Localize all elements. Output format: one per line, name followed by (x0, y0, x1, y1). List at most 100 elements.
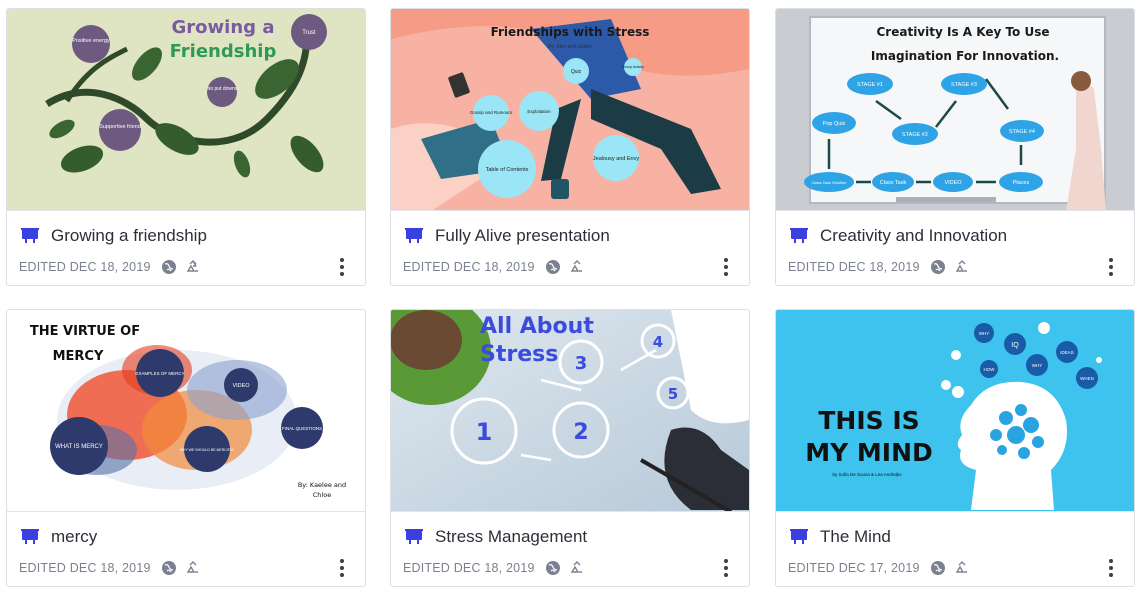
thumbnail-title: MERCY (53, 349, 104, 364)
card-meta: EDITED DEC 17, 2019 (788, 560, 970, 576)
more-options-icon[interactable] (333, 256, 351, 278)
thumbnail-image-growing-friendship: Positive energy Supportive friend No put… (7, 9, 365, 210)
edited-date: EDITED DEC 18, 2019 (19, 260, 151, 274)
card-thumbnail[interactable]: Friendships with Stress By: Alex and Jai… (391, 9, 749, 211)
card-title-row[interactable]: mercy (21, 527, 97, 547)
presentation-card[interactable]: THE VIRTUE OF MERCY EXAMPLES OF MERCY VI… (6, 309, 366, 587)
more-options-icon[interactable] (333, 557, 351, 579)
cloud-label: STAGE #4 (1009, 129, 1035, 135)
card-thumbnail[interactable]: Positive energy Supportive friend No put… (7, 9, 365, 211)
card-meta: EDITED DEC 18, 2019 (403, 560, 585, 576)
bubble-label: Trust (302, 30, 316, 36)
card-info: Fully Alive presentation EDITED DEC 18, … (391, 211, 749, 285)
bubble-label: WHY WE SHOULD BE MERCIFUL (180, 448, 235, 452)
presentation-icon (790, 228, 808, 243)
more-options-icon[interactable] (1102, 256, 1120, 278)
step-number: 5 (668, 385, 678, 403)
card-thumbnail[interactable]: Creativity Is A Key To Use Imagination F… (776, 9, 1134, 211)
edited-date: EDITED DEC 18, 2019 (403, 561, 535, 575)
thumbnail-title: Imagination For Innovation. (871, 49, 1059, 63)
cloud-label: STAGE #1 (857, 82, 883, 88)
thumbnail-image-mercy: THE VIRTUE OF MERCY EXAMPLES OF MERCY VI… (7, 310, 365, 511)
reuse-icon (570, 260, 582, 272)
thumbnail-title: THIS IS (818, 406, 919, 435)
card-title-row[interactable]: Fully Alive presentation (405, 226, 610, 246)
thumbnail-image-creativity: Creativity Is A Key To Use Imagination F… (776, 9, 1134, 210)
thumbnail-title: Friendships with Stress (491, 25, 650, 39)
bubble-label: WHY (1032, 363, 1043, 368)
bubble-label: Exploitation (527, 109, 551, 114)
thumbnail-title: MY MIND (805, 438, 933, 467)
presentation-icon (21, 228, 39, 243)
bubble-label: WHEN (1080, 376, 1094, 381)
card-title-row[interactable]: Growing a friendship (21, 226, 207, 246)
step-number: 2 (573, 420, 588, 445)
card-title[interactable]: Stress Management (435, 527, 587, 547)
edited-date: EDITED DEC 18, 2019 (788, 260, 920, 274)
card-title[interactable]: The Mind (820, 527, 891, 547)
card-title[interactable]: Creativity and Innovation (820, 226, 1007, 246)
bubble-label: WHAT IS MERCY (55, 444, 103, 450)
thumbnail-image-friendships-stress: Friendships with Stress By: Alex and Jai… (391, 9, 749, 210)
card-thumbnail[interactable]: WHY IQ IDEAS HOW WHY WHEN THIS IS MY MIN… (776, 310, 1134, 512)
presentation-icon (405, 228, 423, 243)
presentation-icon (790, 529, 808, 544)
edited-date: EDITED DEC 18, 2019 (403, 260, 535, 274)
thumbnail-image-stress: All About Stress 1 2 3 4 5 (391, 310, 749, 511)
thumbnail-title: THE VIRTUE OF (30, 324, 140, 339)
presentation-card[interactable]: Friendships with Stress By: Alex and Jai… (390, 8, 750, 286)
bubble-label: Positive energy (72, 38, 110, 44)
card-meta: EDITED DEC 18, 2019 (19, 259, 201, 275)
bubble-label: WHY (979, 331, 990, 336)
card-info: Creativity and Innovation EDITED DEC 18,… (776, 211, 1134, 285)
edited-date: EDITED DEC 18, 2019 (19, 561, 151, 575)
card-thumbnail[interactable]: All About Stress 1 2 3 4 5 (391, 310, 749, 512)
bubble-label: VIDEO (232, 383, 250, 389)
card-title-row[interactable]: Creativity and Innovation (790, 226, 1007, 246)
globe-icon (930, 561, 945, 575)
cloud-label: VIDEO (944, 180, 962, 186)
card-meta: EDITED DEC 18, 2019 (19, 560, 201, 576)
card-info: Growing a friendship EDITED DEC 18, 2019 (7, 211, 365, 285)
step-number: 3 (575, 353, 588, 374)
card-title[interactable]: Growing a friendship (51, 226, 207, 246)
bubble-label: FINAL QUESTIONS (282, 426, 322, 431)
presentation-card[interactable]: WHY IQ IDEAS HOW WHY WHEN THIS IS MY MIN… (775, 309, 1135, 587)
cloud-label: Places (1013, 180, 1030, 186)
thumbnail-title: Stress (480, 342, 558, 367)
presentation-card[interactable]: Creativity Is A Key To Use Imagination F… (775, 8, 1135, 286)
card-meta: EDITED DEC 18, 2019 (788, 259, 970, 275)
cloud-label: Class Task Solution (812, 180, 847, 185)
globe-icon (161, 561, 176, 575)
card-title-row[interactable]: Stress Management (405, 527, 587, 547)
card-thumbnail[interactable]: THE VIRTUE OF MERCY EXAMPLES OF MERCY VI… (7, 310, 365, 512)
card-title-row[interactable]: The Mind (790, 527, 891, 547)
cloud-label: Class Task (880, 180, 907, 186)
cloud-label: STAGE #2 (902, 132, 928, 138)
globe-icon (161, 260, 176, 274)
bubble-label: Quiz (571, 69, 582, 75)
presentation-card[interactable]: All About Stress 1 2 3 4 5 Stress Manage… (390, 309, 750, 587)
card-info: mercy EDITED DEC 18, 2019 (7, 512, 365, 586)
bubble-label: IQ (1011, 342, 1019, 349)
card-title[interactable]: Fully Alive presentation (435, 226, 610, 246)
presentation-card[interactable]: Positive energy Supportive friend No put… (6, 8, 366, 286)
more-options-icon[interactable] (1102, 557, 1120, 579)
globe-icon (545, 561, 560, 575)
cloud-label: Pop Quiz (823, 121, 846, 127)
more-options-icon[interactable] (717, 256, 735, 278)
thumbnail-byline: By: Kaelee and (298, 481, 346, 489)
step-number: 4 (653, 333, 663, 351)
thumbnail-image-the-mind: WHY IQ IDEAS HOW WHY WHEN THIS IS MY MIN… (776, 310, 1134, 511)
bubble-label: Group Activity (622, 65, 644, 69)
card-info: The Mind EDITED DEC 17, 2019 (776, 512, 1134, 586)
globe-icon (930, 260, 945, 274)
thumbnail-title: Growing a (172, 17, 275, 38)
reuse-icon (570, 561, 582, 573)
card-title[interactable]: mercy (51, 527, 97, 547)
more-options-icon[interactable] (717, 557, 735, 579)
reuse-icon (955, 561, 967, 573)
thumbnail-byline: by Sofia De Souza & Lea Andrejko (832, 472, 902, 477)
card-meta: EDITED DEC 18, 2019 (403, 259, 585, 275)
reuse-icon (186, 260, 198, 272)
